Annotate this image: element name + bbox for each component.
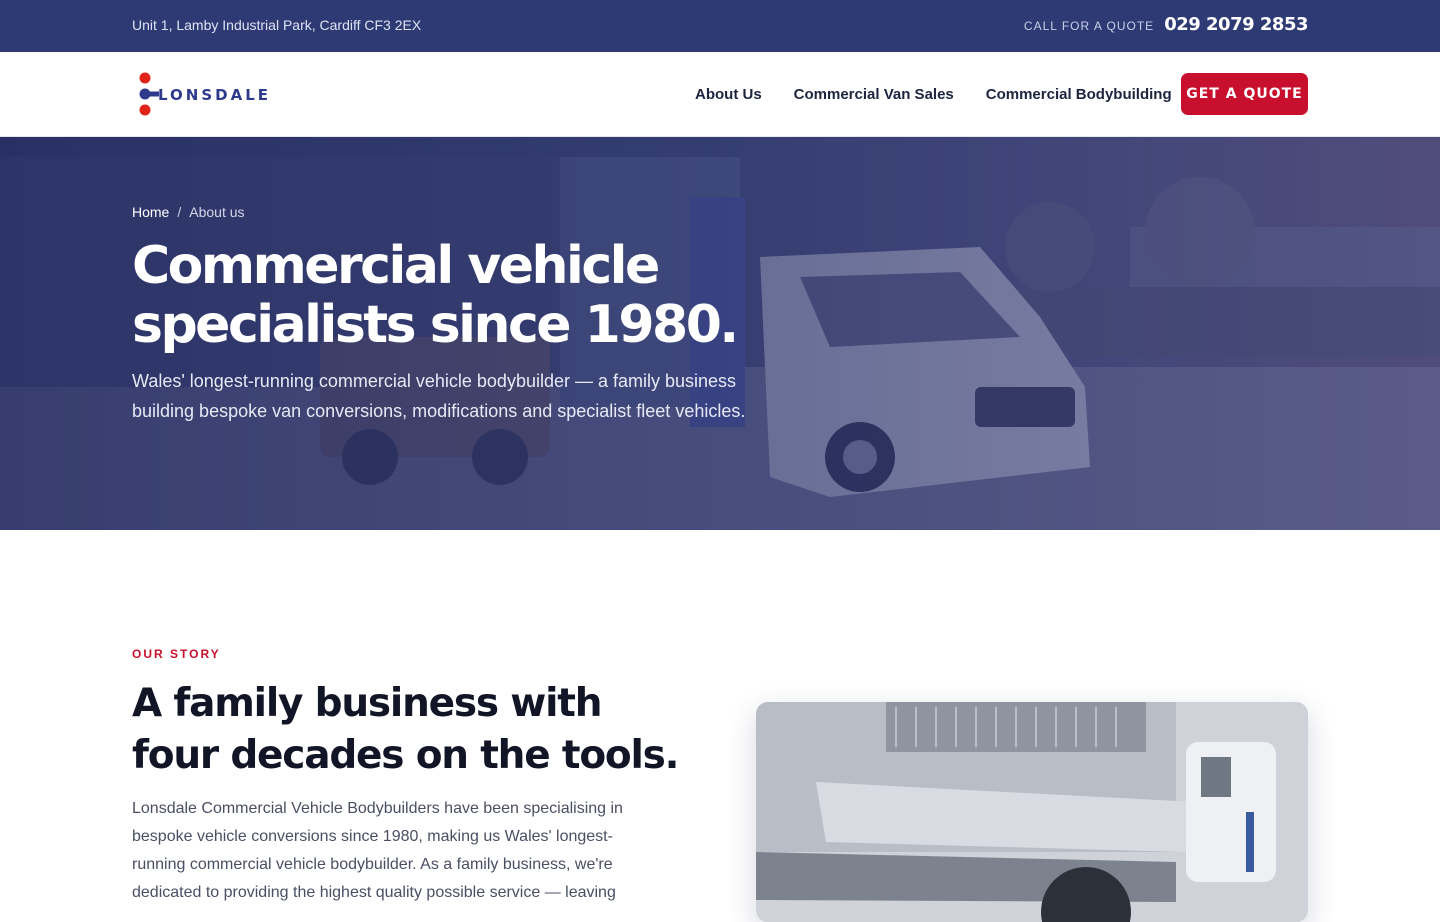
breadcrumb-current: About us xyxy=(189,204,245,220)
story-photo xyxy=(756,702,1308,922)
hero-title: Commercial vehicle specialists since 198… xyxy=(132,236,739,355)
hero: Home / About us Commercial vehicle speci… xyxy=(0,137,1440,530)
story-body: Lonsdale Commercial Vehicle Bodybuilders… xyxy=(132,800,623,901)
call-label: CALL FOR A QUOTE xyxy=(1023,19,1155,33)
logo-text: LONSDALE xyxy=(158,86,271,104)
breadcrumb: Home / About us xyxy=(132,204,245,220)
nav-menu: About Us Commercial Van Sales Commercial… xyxy=(695,86,1172,103)
breadcrumb-home-link[interactable]: Home xyxy=(132,204,169,220)
story-title: A family business with four decades on t… xyxy=(132,681,680,778)
main-nav: LONSDALE About Us Commercial Van Sales C… xyxy=(0,52,1440,137)
hero-lede: Wales' longest-running commercial vehicl… xyxy=(132,371,746,421)
section-eyebrow: OUR STORY xyxy=(132,647,221,661)
nav-item-commercial-van-sales[interactable]: Commercial Van Sales xyxy=(794,86,954,103)
breadcrumb-separator: / xyxy=(177,204,182,220)
logo[interactable]: LONSDALE xyxy=(136,72,296,118)
truck-bodywork-image xyxy=(756,702,1308,922)
address-text: Unit 1, Lamby Industrial Park, Cardiff C… xyxy=(132,17,422,33)
nav-item-about-us[interactable]: About Us xyxy=(695,86,762,103)
phone-link[interactable]: 029 2079 2853 xyxy=(1164,14,1308,35)
top-bar: Unit 1, Lamby Industrial Park, Cardiff C… xyxy=(0,0,1440,52)
get-a-quote-button[interactable]: GET A QUOTE xyxy=(1181,73,1308,115)
call-for-quote: CALL FOR A QUOTE 029 2079 2853 xyxy=(1023,14,1309,35)
nav-item-commercial-bodybuilding[interactable]: Commercial Bodybuilding xyxy=(986,86,1172,103)
